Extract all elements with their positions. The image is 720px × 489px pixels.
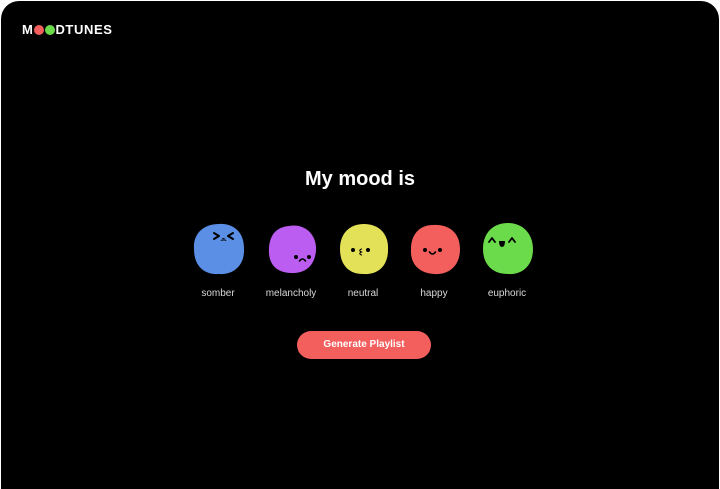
somber-face-icon	[193, 223, 245, 275]
mood-label-neutral: neutral	[347, 288, 379, 299]
happy-face-icon	[410, 224, 460, 275]
mood-selector: somber melancholy neutral happy euphoric	[1, 1, 719, 489]
neutral-face-icon	[340, 224, 389, 275]
mood-label-somber: somber	[201, 288, 235, 299]
generate-playlist-button[interactable]: Generate Playlist	[297, 331, 431, 359]
mood-label-happy: happy	[420, 288, 448, 299]
euphoric-face-icon	[483, 223, 533, 275]
app-window: M DTUNES My mood is somber melancholy ne…	[1, 1, 719, 489]
mood-label-melancholy: melancholy	[265, 288, 317, 299]
mood-label-euphoric: euphoric	[487, 288, 527, 299]
melancholy-face-icon	[268, 225, 317, 274]
